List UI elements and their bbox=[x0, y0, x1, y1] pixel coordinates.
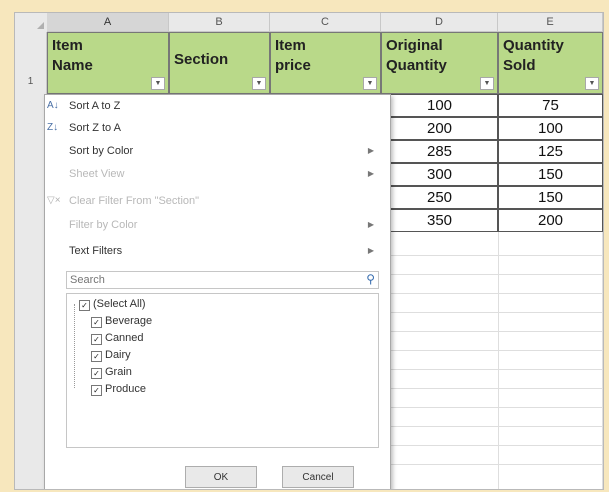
sort-ascending-icon: A↓ bbox=[47, 100, 59, 111]
column-header-d[interactable]: D bbox=[381, 13, 498, 32]
filter-values-list: ✓ (Select All) ✓ Beverage ✓ Canned ✓ Dairy ✓… bbox=[66, 293, 379, 448]
checkbox-checked-icon: ✓ bbox=[79, 300, 90, 311]
menu-item-clear-filter: ▽× Clear Filter From "Section" bbox=[45, 190, 390, 212]
checkbox-checked-icon: ✓ bbox=[91, 351, 102, 362]
checkbox-checked-icon: ✓ bbox=[91, 317, 102, 328]
filter-dropdown-icon[interactable]: ▼ bbox=[585, 77, 599, 90]
checkbox-label: Grain bbox=[105, 366, 132, 378]
header-cell-quantity-sold[interactable]: Quantity Sold ▼ bbox=[498, 32, 603, 94]
header-text-line: Item bbox=[275, 37, 306, 54]
menu-item-sort-by-color[interactable]: Sort by Color ▶ bbox=[45, 140, 390, 162]
cell-quantity-sold[interactable]: 100 bbox=[498, 117, 603, 140]
header-text-line: price bbox=[275, 57, 311, 74]
cell-quantity-sold[interactable]: 125 bbox=[498, 140, 603, 163]
select-all-corner[interactable] bbox=[15, 13, 48, 33]
menu-item-label: Sort A to Z bbox=[69, 100, 121, 112]
column-header-a[interactable]: A bbox=[47, 13, 169, 32]
checkbox-label: Beverage bbox=[105, 315, 153, 327]
menu-item-label: Sort by Color bbox=[69, 145, 134, 157]
menu-item-label: Clear Filter From "Section" bbox=[69, 195, 200, 207]
checkbox-checked-icon: ✓ bbox=[91, 334, 102, 345]
filter-dropdown-icon[interactable]: ▼ bbox=[252, 77, 266, 90]
sort-descending-icon: Z↓ bbox=[47, 122, 59, 133]
checkbox-item-produce[interactable]: ✓ Produce bbox=[91, 381, 146, 398]
submenu-arrow-icon: ▶ bbox=[367, 220, 374, 229]
cell-quantity-sold[interactable]: 150 bbox=[498, 163, 603, 186]
checkbox-item-beverage[interactable]: ✓ Beverage bbox=[91, 313, 152, 330]
checkbox-label: (Select All) bbox=[93, 298, 146, 310]
cell-quantity-sold[interactable]: 150 bbox=[498, 186, 603, 209]
menu-item-sort-z-to-a[interactable]: Z↓ Sort Z to A bbox=[45, 117, 390, 139]
ok-button[interactable]: OK bbox=[185, 466, 257, 488]
filter-dropdown-icon[interactable]: ▼ bbox=[480, 77, 494, 90]
header-text: Section bbox=[174, 51, 229, 68]
header-cell-item-name[interactable]: Item Name ▼ bbox=[47, 32, 169, 94]
cell-quantity-sold[interactable]: 200 bbox=[498, 209, 603, 232]
search-input[interactable] bbox=[67, 272, 353, 288]
clear-filter-icon: ▽× bbox=[47, 195, 61, 206]
cell-original-quantity[interactable]: 350 bbox=[381, 209, 498, 232]
menu-item-label: Sort Z to A bbox=[69, 122, 121, 134]
submenu-arrow-icon: ▶ bbox=[367, 246, 374, 255]
row-header-1[interactable]: 1 bbox=[15, 32, 47, 94]
checkbox-label: Produce bbox=[105, 383, 146, 395]
header-cell-original-quantity[interactable]: Original Quantity ▼ bbox=[381, 32, 498, 94]
header-cell-item-price[interactable]: Item price ▼ bbox=[270, 32, 381, 94]
header-text-line: Item bbox=[52, 37, 83, 54]
header-text-line: Quantity bbox=[503, 37, 564, 54]
column-header-b[interactable]: B bbox=[169, 13, 270, 32]
cell-original-quantity[interactable]: 300 bbox=[381, 163, 498, 186]
submenu-arrow-icon: ▶ bbox=[367, 146, 374, 155]
cell-original-quantity[interactable]: 250 bbox=[381, 186, 498, 209]
column-header-e[interactable]: E bbox=[498, 13, 603, 32]
checkbox-item-canned[interactable]: ✓ Canned bbox=[91, 330, 144, 347]
checkbox-label: Dairy bbox=[105, 349, 131, 361]
checkbox-checked-icon: ✓ bbox=[91, 385, 102, 396]
cell-original-quantity[interactable]: 200 bbox=[381, 117, 498, 140]
menu-item-label: Filter by Color bbox=[69, 219, 138, 231]
cell-original-quantity[interactable]: 100 bbox=[381, 94, 498, 117]
checkbox-item-select-all[interactable]: ✓ (Select All) bbox=[79, 296, 146, 313]
checkbox-label: Canned bbox=[105, 332, 144, 344]
cell-quantity-sold[interactable]: 75 bbox=[498, 94, 603, 117]
cell-original-quantity[interactable]: 285 bbox=[381, 140, 498, 163]
row-header-column bbox=[15, 94, 47, 489]
tree-connector bbox=[74, 304, 83, 388]
menu-item-text-filters[interactable]: Text Filters ▶ bbox=[45, 240, 390, 262]
header-cell-section[interactable]: Section ▼ bbox=[169, 32, 270, 94]
cancel-button[interactable]: Cancel bbox=[282, 466, 354, 488]
header-text-line: Sold bbox=[503, 57, 536, 74]
header-text-line: Quantity bbox=[386, 57, 447, 74]
checkbox-item-grain[interactable]: ✓ Grain bbox=[91, 364, 132, 381]
column-header-c[interactable]: C bbox=[270, 13, 381, 32]
menu-item-sheet-view: Sheet View ▶ bbox=[45, 163, 390, 185]
header-text-line: Original bbox=[386, 37, 443, 54]
filter-dropdown-icon[interactable]: ▼ bbox=[363, 77, 377, 90]
filter-dropdown-menu: A↓ Sort A to Z Z↓ Sort Z to A Sort by Co… bbox=[44, 94, 391, 489]
spreadsheet: A B C D E 1 Item Name ▼ Section ▼ Item pri… bbox=[14, 12, 604, 490]
submenu-arrow-icon: ▶ bbox=[367, 169, 374, 178]
menu-item-label: Sheet View bbox=[69, 168, 125, 180]
menu-item-filter-by-color: Filter by Color ▶ bbox=[45, 214, 390, 236]
checkbox-checked-icon: ✓ bbox=[91, 368, 102, 379]
menu-item-label: Text Filters bbox=[69, 245, 123, 257]
menu-item-sort-a-to-z[interactable]: A↓ Sort A to Z bbox=[45, 95, 390, 117]
search-icon: ⚲ bbox=[366, 272, 375, 286]
filter-dropdown-icon[interactable]: ▼ bbox=[151, 77, 165, 90]
checkbox-item-dairy[interactable]: ✓ Dairy bbox=[91, 347, 131, 364]
header-text-line: Name bbox=[52, 57, 93, 74]
filter-search-box[interactable]: ⚲ bbox=[66, 271, 379, 289]
